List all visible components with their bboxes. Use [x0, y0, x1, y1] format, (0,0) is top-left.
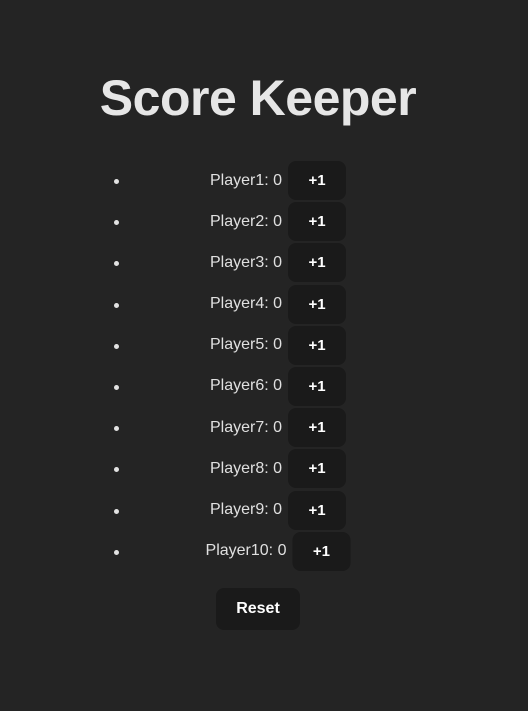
player-row: Player5: 0 +1 — [0, 325, 528, 366]
list-bullet-icon — [114, 426, 119, 432]
increment-score-button[interactable]: +1 — [288, 366, 347, 406]
player-row: Player8: 0 +1 — [0, 448, 528, 489]
player-score: 0 — [273, 295, 283, 313]
increment-score-button[interactable]: +1 — [288, 449, 347, 489]
list-bullet-icon — [114, 302, 119, 308]
increment-score-button[interactable]: +1 — [292, 531, 351, 571]
list-bullet-icon — [114, 261, 119, 267]
player-score-label: Player4: 0 — [209, 295, 283, 313]
player-score-group: Player9: 0 +1 — [209, 490, 347, 531]
player-score-group: Player4: 0 +1 — [209, 284, 347, 325]
player-score: 0 — [273, 501, 283, 518]
list-bullet-icon — [114, 220, 119, 226]
player-score: 0 — [273, 171, 283, 189]
player-row: Player4: 0 +1 — [0, 284, 528, 325]
player-row: Player10: 0 +1 — [0, 531, 528, 572]
player-score-group: Player3: 0 +1 — [209, 242, 347, 283]
player-name: Player2 — [209, 212, 265, 230]
player-name: Player9 — [209, 501, 265, 518]
player-score-group: Player10: 0 +1 — [206, 531, 351, 572]
player-score: 0 — [273, 253, 283, 271]
list-bullet-icon — [114, 343, 119, 349]
page-title: Score Keeper — [99, 70, 417, 126]
player-score: 0 — [273, 336, 283, 354]
player-score-label: Player7: 0 — [209, 418, 283, 436]
increment-score-button[interactable]: +1 — [288, 161, 347, 200]
player-score-group: Player1: 0 +1 — [209, 160, 347, 201]
player-score-label: Player5: 0 — [209, 336, 283, 354]
player-score: 0 — [273, 418, 283, 436]
player-name: Player10 — [205, 542, 269, 560]
player-score-group: Player7: 0 +1 — [209, 407, 347, 448]
reset-button[interactable]: Reset — [216, 588, 300, 630]
player-name: Player7 — [209, 418, 265, 436]
player-score-label: Player1: 0 — [209, 171, 283, 189]
increment-score-button[interactable]: +1 — [288, 325, 347, 365]
player-row: Player6: 0 +1 — [0, 366, 528, 407]
player-score: 0 — [277, 542, 287, 560]
increment-score-button[interactable]: +1 — [288, 202, 347, 242]
list-bullet-icon — [114, 179, 119, 184]
player-name: Player1 — [209, 171, 265, 189]
player-row: Player2: 0 +1 — [0, 201, 528, 242]
player-name: Player3 — [209, 253, 265, 271]
player-score-group: Player6: 0 +1 — [209, 366, 347, 407]
player-name: Player5 — [209, 336, 265, 354]
increment-score-button[interactable]: +1 — [288, 408, 347, 448]
player-score-label: Player6: 0 — [209, 377, 283, 395]
player-name: Player6 — [209, 377, 265, 395]
player-score-label: Player2: 0 — [209, 212, 283, 230]
list-bullet-icon — [114, 467, 119, 473]
player-score: 0 — [273, 377, 283, 395]
increment-score-button[interactable]: +1 — [288, 490, 347, 530]
player-row: Player3: 0 +1 — [0, 242, 528, 283]
list-bullet-icon — [114, 508, 119, 514]
player-name: Player8 — [209, 459, 265, 477]
player-name: Player4 — [209, 295, 265, 313]
player-score: 0 — [273, 212, 283, 230]
player-score-label: Player8: 0 — [209, 459, 283, 477]
player-row: Player1: 0 +1 — [0, 160, 528, 201]
player-score-label: Player10: 0 — [205, 542, 287, 560]
player-score-label: Player9: 0 — [209, 501, 283, 518]
increment-score-button[interactable]: +1 — [288, 243, 347, 283]
player-score-group: Player8: 0 +1 — [209, 448, 347, 489]
player-score: 0 — [273, 459, 283, 477]
player-row: Player9: 0 +1 — [0, 490, 528, 531]
list-bullet-icon — [114, 549, 119, 555]
player-score-label: Player3: 0 — [209, 253, 283, 271]
player-list: Player1: 0 +1 Player2: 0 +1 Player3: 0 +1 Play… — [0, 160, 528, 572]
player-score-group: Player5: 0 +1 — [209, 325, 347, 366]
increment-score-button[interactable]: +1 — [288, 284, 347, 324]
player-row: Player7: 0 +1 — [0, 407, 528, 448]
list-bullet-icon — [114, 384, 119, 390]
player-score-group: Player2: 0 +1 — [209, 201, 347, 242]
